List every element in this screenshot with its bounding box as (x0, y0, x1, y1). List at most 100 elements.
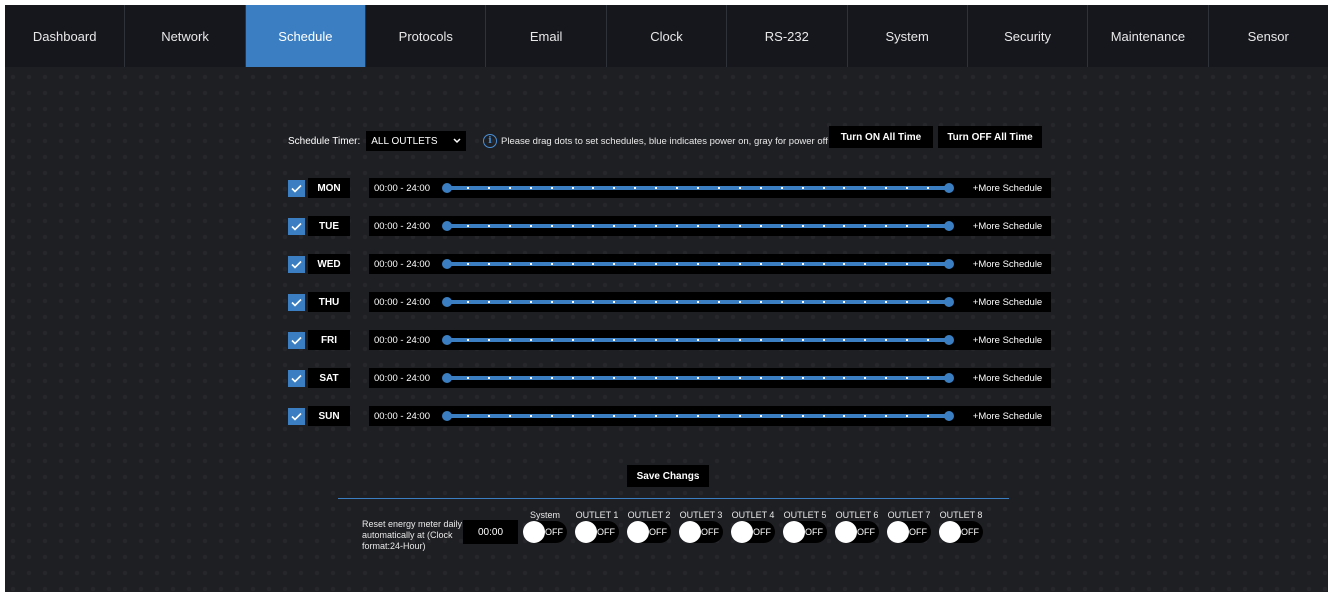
time-slider[interactable] (435, 406, 964, 426)
slider-start-handle[interactable] (442, 411, 452, 421)
day-checkbox[interactable] (288, 180, 305, 197)
tab-rs-232[interactable]: RS-232 (727, 5, 848, 67)
more-schedule-button[interactable]: +More Schedule (964, 292, 1051, 312)
slider-hour-dot (508, 377, 511, 379)
tab-system[interactable]: System (848, 5, 968, 67)
toggle-outlet-5[interactable]: OFF (783, 521, 827, 543)
toggle-outlet-1[interactable]: OFF (575, 521, 619, 543)
slider-start-handle[interactable] (442, 221, 452, 231)
day-checkbox[interactable] (288, 256, 305, 273)
time-slider[interactable] (435, 292, 964, 312)
turn-on-all-time-button[interactable]: Turn ON All Time (829, 126, 933, 148)
more-schedule-button[interactable]: +More Schedule (964, 254, 1051, 274)
slider-hour-dot (550, 301, 553, 303)
day-checkbox[interactable] (288, 332, 305, 349)
turn-off-all-time-button[interactable]: Turn OFF All Time (938, 126, 1042, 148)
slider-hour-dot (487, 415, 490, 417)
slider-hour-dot (927, 339, 930, 341)
slider-hour-dot (550, 225, 553, 227)
top-nav: Dashboard Network Schedule Protocols Email Cl… (5, 5, 1328, 67)
tab-protocols[interactable]: Protocols (366, 5, 487, 67)
slider-hour-dot (843, 339, 846, 341)
slider-hour-dot (550, 339, 553, 341)
time-slider[interactable] (435, 330, 964, 350)
slider-hour-dot (697, 263, 699, 265)
time-slider[interactable] (435, 216, 964, 236)
toggle-outlet-2[interactable]: OFF (627, 521, 671, 543)
slider-hour-dot (864, 339, 867, 341)
slider-end-handle[interactable] (944, 373, 954, 383)
toggle-outlet-6[interactable]: OFF (835, 521, 879, 543)
tab-email[interactable]: Email (486, 5, 607, 67)
slider-end-handle[interactable] (944, 259, 954, 269)
slider-end-handle[interactable] (944, 221, 954, 231)
tab-schedule[interactable]: Schedule (245, 5, 367, 67)
outlet-select[interactable]: ALL OUTLETS (366, 131, 467, 151)
slider-hour-dot (801, 301, 804, 303)
slider-hour-dot (864, 301, 867, 303)
slider-start-handle[interactable] (442, 183, 452, 193)
toggle-outlet-8[interactable]: OFF (939, 521, 983, 543)
slider-hour-dot (613, 415, 616, 417)
more-schedule-button[interactable]: +More Schedule (964, 368, 1051, 388)
slider-hour-dot (676, 301, 679, 303)
slider-start-handle[interactable] (442, 259, 452, 269)
toggle-knob (835, 521, 857, 543)
time-slider[interactable] (435, 368, 964, 388)
slider-hour-dot (906, 225, 909, 227)
time-slider[interactable] (435, 178, 964, 198)
toggle-knob (731, 521, 753, 543)
slider-hour-dot (634, 187, 637, 189)
toggle-outlet-4[interactable]: OFF (731, 521, 775, 543)
slider-hour-dot (927, 263, 930, 265)
slider-hour-dot (529, 263, 532, 265)
slider-start-handle[interactable] (442, 297, 452, 307)
tab-sensor[interactable]: Sensor (1209, 5, 1328, 67)
slider-hour-dot (717, 415, 720, 417)
tab-security[interactable]: Security (968, 5, 1089, 67)
more-schedule-button[interactable]: +More Schedule (964, 216, 1051, 236)
app-frame: Dashboard Network Schedule Protocols Email Cl… (5, 5, 1328, 592)
toggle-knob (679, 521, 701, 543)
toggle-system[interactable]: OFF (523, 521, 567, 543)
slider-hour-dot (550, 263, 553, 265)
more-schedule-button[interactable]: +More Schedule (964, 330, 1051, 350)
slider-end-handle[interactable] (944, 411, 954, 421)
slider-hour-dot (592, 377, 595, 379)
slider-start-handle[interactable] (442, 335, 452, 345)
slider-hour-dot (906, 415, 909, 417)
toggle-outlet-7[interactable]: OFF (887, 521, 931, 543)
slider-hour-dot (697, 225, 699, 227)
slider-end-handle[interactable] (944, 183, 954, 193)
slider-hour-dot (864, 263, 867, 265)
slider-hour-dot (801, 187, 804, 189)
checkmark-icon (291, 374, 302, 383)
slider-hour-dot (592, 225, 595, 227)
day-checkbox[interactable] (288, 218, 305, 235)
slider-hour-dot (487, 263, 490, 265)
tab-maintenance[interactable]: Maintenance (1088, 5, 1209, 67)
time-slider[interactable] (435, 254, 964, 274)
tab-clock[interactable]: Clock (607, 5, 728, 67)
toggle-outlet-3[interactable]: OFF (679, 521, 723, 543)
slider-hour-dot (676, 263, 679, 265)
slider-hour-dot (487, 225, 490, 227)
more-schedule-button[interactable]: +More Schedule (964, 406, 1051, 426)
slider-hour-dot (885, 415, 888, 417)
day-checkbox[interactable] (288, 408, 305, 425)
slider-end-handle[interactable] (944, 297, 954, 307)
more-schedule-button[interactable]: +More Schedule (964, 178, 1051, 198)
tab-network[interactable]: Network (125, 5, 246, 67)
tab-dashboard[interactable]: Dashboard (5, 5, 126, 67)
slider-hour-dot (738, 339, 741, 341)
checkmark-icon (291, 184, 302, 193)
day-checkbox[interactable] (288, 370, 305, 387)
slider-hour-dot (843, 415, 846, 417)
day-checkbox[interactable] (288, 294, 305, 311)
slider-start-handle[interactable] (442, 373, 452, 383)
slider-hour-dot (592, 301, 595, 303)
reset-time-input[interactable]: 00:00 (463, 520, 518, 544)
slider-end-handle[interactable] (944, 335, 954, 345)
save-changes-button[interactable]: Save Changs (627, 465, 709, 487)
slider-hour-dot (906, 263, 909, 265)
